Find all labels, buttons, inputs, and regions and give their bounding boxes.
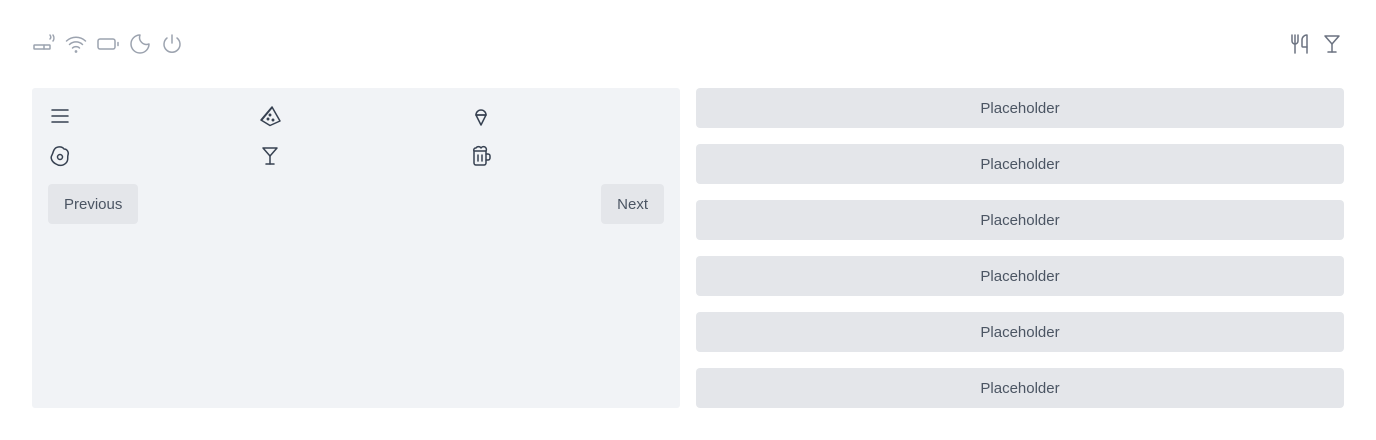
placeholder-item[interactable]: Placeholder — [696, 256, 1344, 296]
cocktail-icon[interactable] — [258, 144, 282, 168]
wifi-icon[interactable] — [64, 32, 88, 56]
placeholder-item[interactable]: Placeholder — [696, 200, 1344, 240]
food-icons — [1288, 32, 1344, 56]
next-button[interactable]: Next — [601, 184, 664, 224]
battery-icon[interactable] — [96, 32, 120, 56]
utensils-icon[interactable] — [1288, 32, 1312, 56]
previous-button[interactable]: Previous — [48, 184, 139, 224]
menu-icon[interactable] — [48, 104, 72, 128]
placeholder-item[interactable]: Placeholder — [696, 144, 1344, 184]
top-bar — [32, 32, 1344, 56]
smoking-icon[interactable] — [32, 32, 56, 56]
placeholder-item[interactable]: Placeholder — [696, 88, 1344, 128]
moon-icon[interactable] — [128, 32, 152, 56]
pagination: Previous Next — [48, 184, 664, 224]
egg-icon[interactable] — [48, 144, 72, 168]
pizza-icon[interactable] — [258, 104, 282, 128]
placeholder-list: Placeholder Placeholder Placeholder Plac… — [696, 88, 1344, 408]
icon-grid — [48, 104, 664, 168]
power-icon[interactable] — [160, 32, 184, 56]
status-icons — [32, 32, 184, 56]
cocktail-icon[interactable] — [1320, 32, 1344, 56]
beer-icon[interactable] — [469, 144, 493, 168]
icon-panel: Previous Next — [32, 88, 680, 408]
ice-cream-icon[interactable] — [469, 104, 493, 128]
placeholder-item[interactable]: Placeholder — [696, 312, 1344, 352]
placeholder-item[interactable]: Placeholder — [696, 368, 1344, 408]
